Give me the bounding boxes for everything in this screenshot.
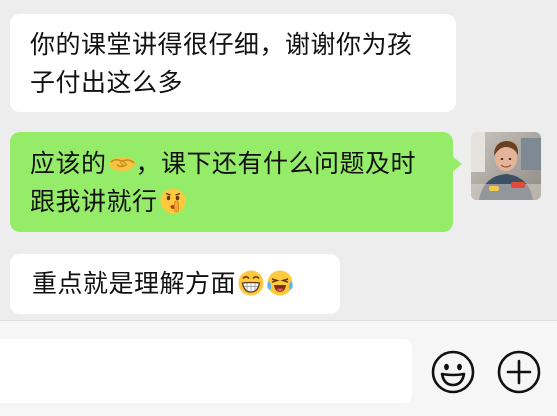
- message-text-line: 跟我讲就行: [30, 183, 437, 221]
- message-text-fragment: 应该的: [30, 149, 107, 178]
- grinning-face-emoji-icon: [238, 270, 264, 296]
- loudly-crying-laughing-emoji-icon: [267, 270, 293, 296]
- avatar-photo: [471, 132, 541, 200]
- message-input-bar: [0, 320, 557, 416]
- handshake-emoji-icon: [108, 157, 135, 171]
- outgoing-message[interactable]: 应该的 ，课下还有什么问题及时 跟我讲就行: [10, 132, 462, 232]
- message-text-line: 你的课堂讲得很仔细，谢谢你为孩: [30, 30, 413, 59]
- message-input[interactable]: [0, 339, 412, 403]
- plus-circle-icon[interactable]: [496, 349, 542, 395]
- message-text-line: 子付出这么多: [30, 68, 184, 97]
- message-text-fragment: ，课下还有什么问题及时: [135, 149, 417, 178]
- incoming-message[interactable]: 重点就是理解方面: [10, 254, 340, 314]
- user-avatar[interactable]: [471, 132, 541, 200]
- smiley-face-icon[interactable]: [430, 349, 476, 395]
- message-text-fragment: 跟我讲就行: [30, 187, 158, 216]
- message-text-fragment: 重点就是理解方面: [32, 269, 237, 298]
- incoming-message[interactable]: 你的课堂讲得很仔细，谢谢你为孩 子付出这么多: [10, 14, 456, 112]
- shushing-face-emoji-icon: [160, 188, 186, 214]
- message-text-line: 应该的 ，课下还有什么问题及时: [30, 145, 437, 183]
- chat-area: 你的课堂讲得很仔细，谢谢你为孩 子付出这么多 应该的 ，课下还有什么问题及时 跟…: [0, 0, 557, 318]
